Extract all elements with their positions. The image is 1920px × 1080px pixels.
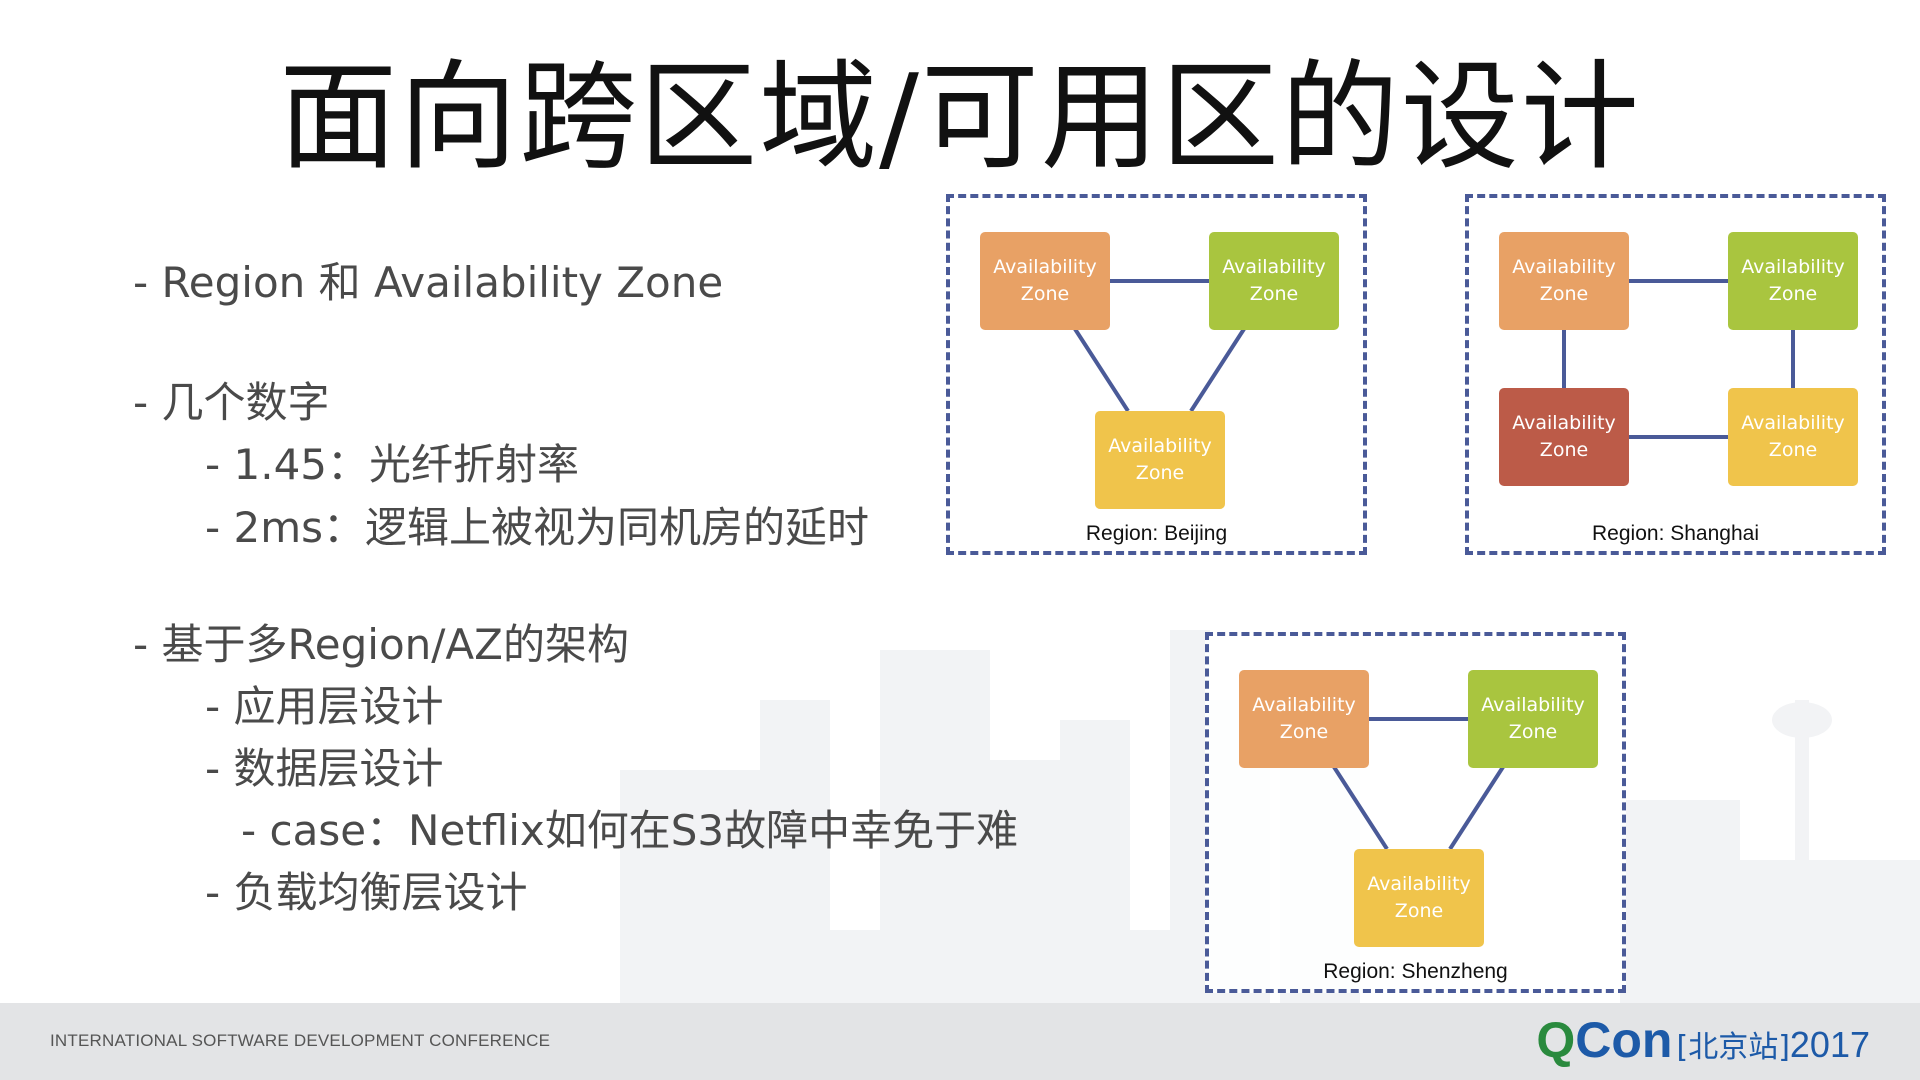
logo-q: Q <box>1536 1012 1576 1068</box>
region-beijing: Availability Zone Availability Zone Availa… <box>946 194 1367 555</box>
bullet-numbers: - 几个数字 <box>133 378 330 427</box>
logo-year: 2017 <box>1789 1024 1870 1065</box>
az-box-yellow: Availability Zone <box>1354 849 1484 947</box>
bullet-data-layer: - 数据层设计 <box>205 744 444 793</box>
az-box-orange: Availability Zone <box>1499 232 1629 330</box>
bullet-app-layer: - 应用层设计 <box>205 682 444 731</box>
region-shenzheng: Availability Zone Availability Zone Availa… <box>1205 632 1626 993</box>
az-box-yellow: Availability Zone <box>1728 388 1858 486</box>
link-east-south <box>1189 327 1246 413</box>
conference-name: INTERNATIONAL SOFTWARE DEVELOPMENT CONFE… <box>50 1031 551 1050</box>
az-box-orange: Availability Zone <box>1239 670 1369 768</box>
az-box-red: Availability Zone <box>1499 388 1629 486</box>
logo-con: Con <box>1575 1012 1673 1068</box>
region-label: Region: Shanghai <box>1592 522 1759 545</box>
slide-title: 面向跨区域/可用区的设计 <box>279 48 1641 186</box>
bullet-region-az: - Region 和 Availability Zone <box>133 258 724 307</box>
link-west-south <box>1073 327 1130 413</box>
az-box-orange: Availability Zone <box>980 232 1110 330</box>
az-box-green: Availability Zone <box>1468 670 1598 768</box>
logo-city: [北京站] <box>1676 1030 1790 1065</box>
bullet-latency: - 2ms：逻辑上被视为同机房的延时 <box>205 503 870 552</box>
bullet-netflix-case: - case：Netflix如何在S3故障中幸免于难 <box>241 806 1019 855</box>
region-label: Region: Beijing <box>1085 522 1228 545</box>
bullet-architecture: - 基于多Region/AZ的架构 <box>133 620 629 669</box>
region-shanghai: Availability Zone Availability Zone Availa… <box>1465 194 1886 555</box>
link-west-south <box>1332 765 1389 851</box>
region-label: Region: Shenzheng <box>1323 960 1508 983</box>
bullet-refraction: - 1.45：光纤折射率 <box>205 440 580 489</box>
footer-bar: INTERNATIONAL SOFTWARE DEVELOPMENT CONFE… <box>0 1003 1920 1080</box>
az-box-green: Availability Zone <box>1209 232 1339 330</box>
bullet-lb-layer: - 负载均衡层设计 <box>205 868 528 917</box>
qcon-logo: Q Con [北京站] 2017 <box>1536 1011 1870 1071</box>
az-box-yellow: Availability Zone <box>1095 411 1225 509</box>
az-box-green: Availability Zone <box>1728 232 1858 330</box>
link-east-south <box>1448 765 1505 851</box>
